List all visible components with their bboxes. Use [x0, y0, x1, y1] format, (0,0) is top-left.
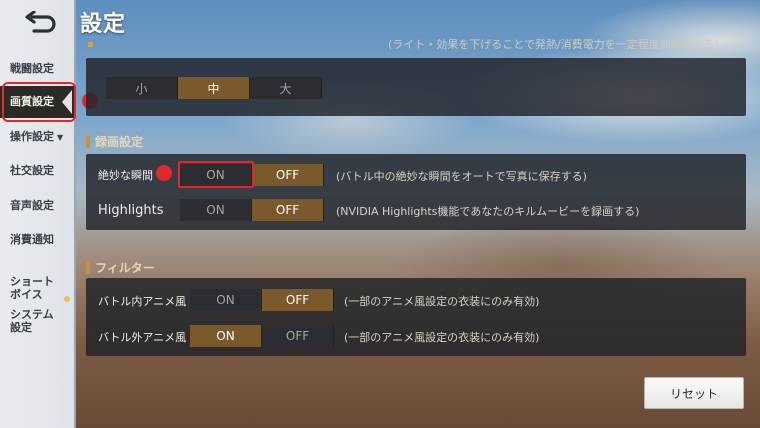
- top-note: (ライト・効果を下げることで発熱/消費電力を一定程度抑制できる): [388, 38, 719, 51]
- sidebar-item-spend-notice[interactable]: 消費通知: [0, 233, 76, 246]
- sidebar-item-battle[interactable]: 戦闘設定: [0, 62, 76, 76]
- recording-header: 録画設定: [86, 133, 143, 150]
- highlights-note: (NVIDIA Highlights機能であなたのキルムービーを録画する): [336, 205, 640, 218]
- sidebar-item-audio[interactable]: 音声設定: [0, 199, 76, 212]
- sidebar: 戦闘設定 画質設定 操作設定 ▼ 社交設定 音声設定 消費通知 ショート ボイス …: [0, 0, 76, 428]
- highlight-marker: [156, 165, 172, 181]
- battle-anime-toggle: ON OFF: [190, 289, 334, 311]
- highlight-box-graphics: [2, 82, 76, 122]
- highlight-box-on: [178, 161, 254, 188]
- outside-anime-label: バトル外アニメ風: [98, 331, 187, 344]
- filter-header: フィルター: [86, 259, 155, 276]
- outside-anime-on-button[interactable]: ON: [190, 325, 262, 347]
- highlights-off-button[interactable]: OFF: [252, 199, 324, 221]
- back-arrow-icon: [25, 11, 56, 33]
- sidebar-item-label: 消費通知: [10, 233, 54, 246]
- notification-dot: [64, 296, 70, 302]
- section-bar: [86, 135, 90, 148]
- highlights-toggle: ON OFF: [180, 199, 324, 221]
- sidebar-item-label: 音声設定: [10, 199, 54, 212]
- quality-option-small[interactable]: 小: [106, 77, 178, 99]
- sidebar-item-label: 操作設定: [10, 130, 54, 143]
- section-bar: [86, 261, 90, 274]
- sidebar-item-controls[interactable]: 操作設定 ▼: [0, 130, 76, 144]
- page-title: 設定: [80, 12, 127, 37]
- outside-anime-toggle: ON OFF: [190, 325, 334, 347]
- battle-anime-label: バトル内アニメ風: [98, 295, 187, 308]
- battle-anime-note: (一部のアニメ風設定の衣装にのみ有効): [344, 295, 540, 308]
- outside-anime-note: (一部のアニメ風設定の衣装にのみ有効): [344, 331, 540, 344]
- moment-note: (バトル中の絶妙な瞬間をオートで写真に保存する): [336, 170, 587, 183]
- sidebar-item-label: システム 設定: [10, 308, 54, 334]
- highlights-label: Highlights: [98, 203, 164, 218]
- battle-anime-on-button[interactable]: ON: [190, 289, 262, 311]
- quality-selector: 小 中 大: [106, 77, 322, 99]
- section-marker: [88, 42, 93, 47]
- quality-option-large[interactable]: 大: [250, 77, 322, 99]
- highlights-on-button[interactable]: ON: [180, 199, 252, 221]
- outside-anime-off-button[interactable]: OFF: [262, 325, 334, 347]
- recording-header-label: 録画設定: [95, 135, 144, 149]
- moment-label: 絶妙な瞬間: [98, 169, 153, 182]
- sidebar-item-label: 社交設定: [10, 164, 54, 177]
- back-button[interactable]: [20, 8, 60, 38]
- quality-option-medium[interactable]: 中: [178, 77, 250, 99]
- reset-button[interactable]: リセット: [644, 377, 744, 409]
- sidebar-item-label: 戦闘設定: [10, 62, 54, 75]
- battle-anime-off-button[interactable]: OFF: [262, 289, 334, 311]
- sidebar-item-social[interactable]: 社交設定: [0, 164, 76, 177]
- filter-header-label: フィルター: [95, 261, 155, 275]
- moment-off-button[interactable]: OFF: [252, 164, 324, 186]
- chevron-down-icon: ▼: [57, 133, 64, 142]
